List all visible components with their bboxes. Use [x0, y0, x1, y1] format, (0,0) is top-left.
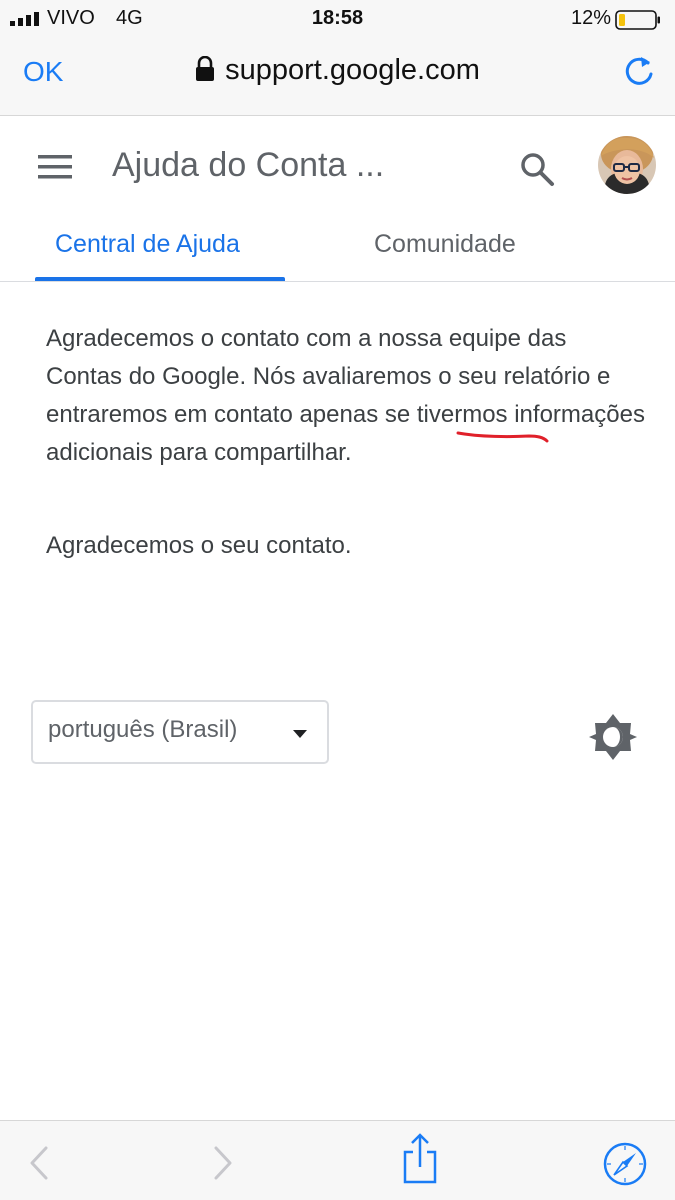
page-title: Ajuda do Conta ... [112, 146, 385, 184]
tab-bar: Central de Ajuda Comunidade [0, 216, 675, 282]
help-header: Ajuda do Conta ... [0, 116, 675, 216]
search-icon[interactable] [519, 151, 555, 187]
active-tab-indicator [35, 277, 285, 281]
annotation-underline [456, 431, 549, 443]
menu-icon[interactable] [38, 154, 74, 180]
confirmation-message: Agradecemos o contato com a nossa equipe… [46, 325, 645, 466]
share-icon[interactable] [401, 1133, 439, 1185]
tab-community[interactable]: Comunidade [374, 230, 516, 259]
back-icon[interactable] [28, 1145, 50, 1181]
url-text: support.google.com [225, 54, 480, 86]
dropdown-arrow-icon [293, 730, 307, 738]
battery-percent: 12% [570, 7, 611, 29]
tab-help-center[interactable]: Central de Ajuda [55, 230, 240, 259]
forward-icon[interactable] [212, 1145, 234, 1181]
page: VIVO 4G 18:58 12% OK support.google.com [0, 0, 675, 1200]
lock-icon [196, 56, 215, 81]
browser-address-bar: OK support.google.com [0, 38, 675, 116]
language-value: português (Brasil) [48, 716, 238, 743]
language-select[interactable]: português (Brasil) [31, 700, 329, 764]
browser-toolbar [0, 1120, 675, 1200]
reload-icon[interactable] [621, 52, 657, 88]
avatar[interactable] [598, 136, 656, 194]
brightness-icon[interactable] [588, 712, 638, 762]
thanks-message: Agradecemos o seu contato. [46, 532, 352, 559]
compass-icon[interactable] [602, 1141, 648, 1187]
status-bar: VIVO 4G 18:58 12% [0, 0, 675, 38]
battery-icon [615, 10, 660, 30]
url-field[interactable]: support.google.com [0, 54, 675, 87]
